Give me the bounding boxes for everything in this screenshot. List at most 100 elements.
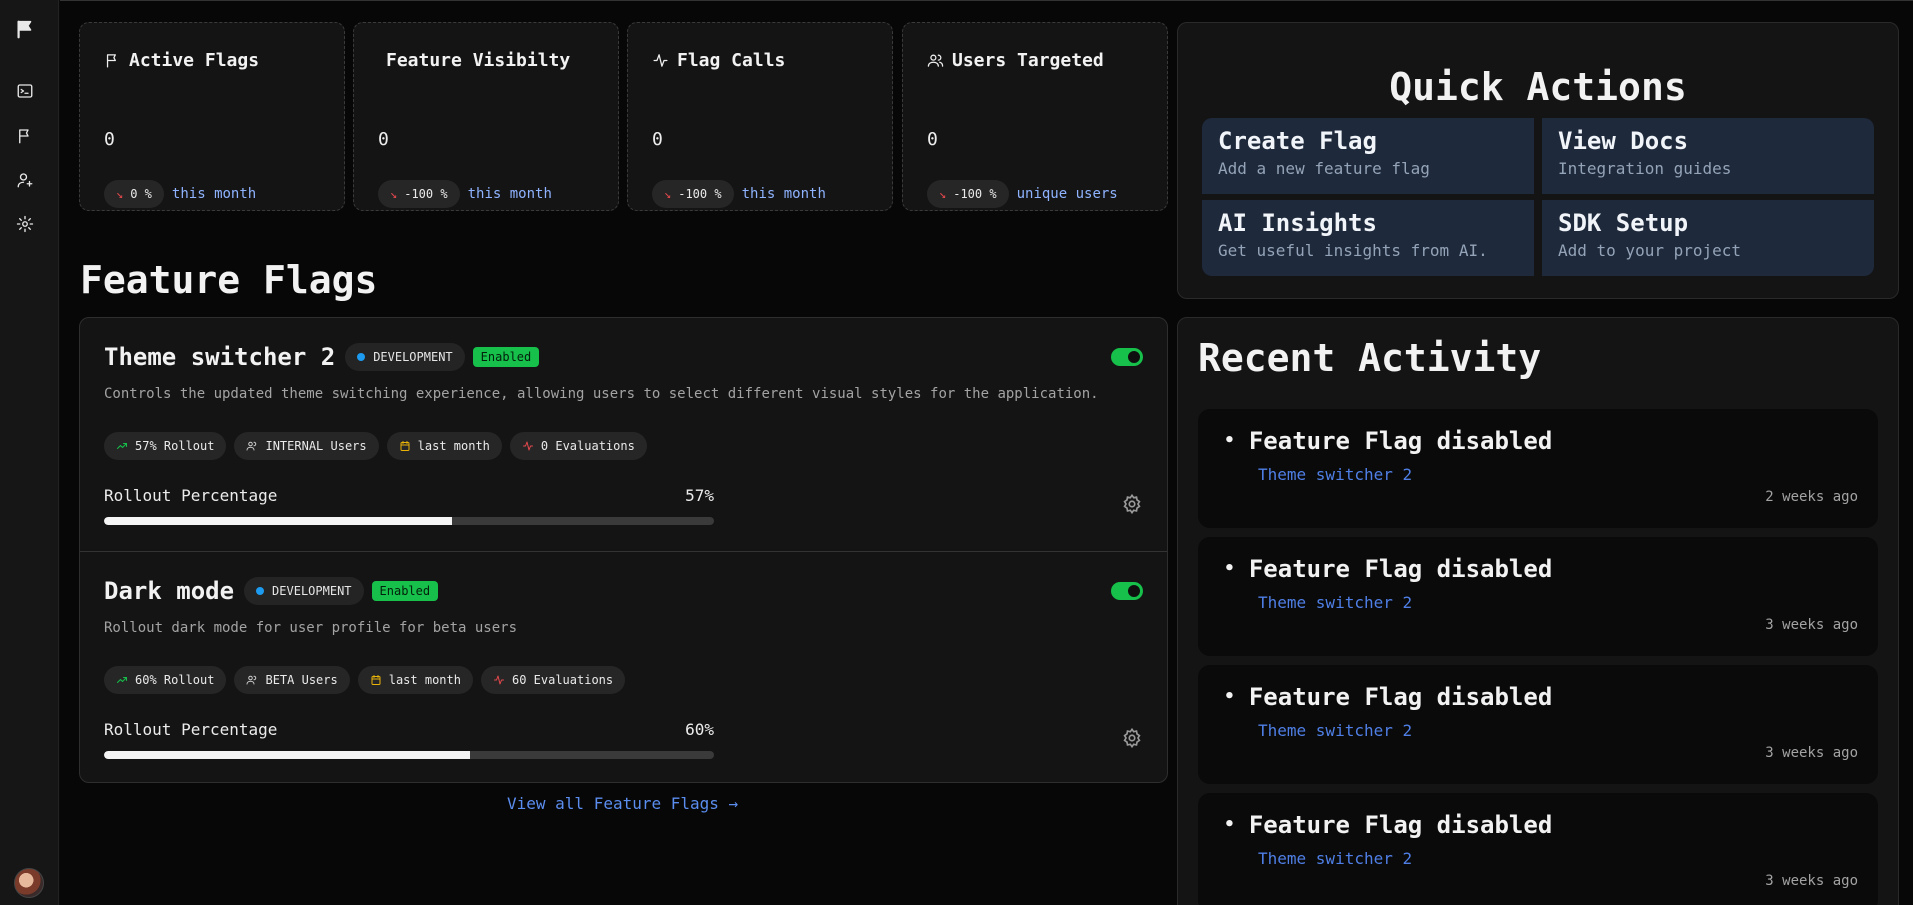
- stat-subtext: this month: [741, 186, 826, 202]
- create-flag-button[interactable]: Create Flag Add a new feature flag: [1202, 118, 1534, 194]
- flag-card: Theme switcher 2 DEVELOPMENT Enabled Con…: [80, 318, 1167, 551]
- recent-activity-panel: Recent Activity Feature Flag disabled Th…: [1177, 317, 1899, 905]
- flag-toggle[interactable]: [1111, 582, 1143, 600]
- flag-toggle[interactable]: [1111, 348, 1143, 366]
- activity-time: 3 weeks ago: [1765, 745, 1858, 761]
- date-pill: last month: [357, 666, 473, 694]
- trend-badge: ↘ -100 %: [927, 180, 1009, 208]
- stat-title: Flag Calls: [677, 50, 786, 71]
- rollout-progress-bar: [104, 517, 714, 525]
- evaluations-pill: 60 Evaluations: [480, 666, 626, 694]
- activity-item: Feature Flag disabled Theme switcher 2 3…: [1198, 793, 1878, 905]
- activity-flag-link[interactable]: Theme switcher 2: [1258, 465, 1412, 484]
- stat-value: 0: [104, 129, 115, 150]
- flag-description: Controls the updated theme switching exp…: [104, 386, 1099, 402]
- stat-subtext: this month: [467, 186, 552, 202]
- flag-settings-gear-icon[interactable]: [1121, 493, 1143, 515]
- stat-value: 0: [378, 129, 389, 150]
- avatar[interactable]: [14, 868, 44, 898]
- logo-flag-icon[interactable]: [12, 16, 38, 42]
- flag-icon: [106, 54, 116, 68]
- stat-card-active-flags: Active Flags 0 ↘ 0 % this month: [79, 22, 345, 211]
- users-pill: INTERNAL Users: [234, 432, 379, 460]
- rollout-value: 60%: [685, 720, 714, 739]
- trend-badge: ↘ -100 %: [652, 180, 734, 208]
- activity-flag-link[interactable]: Theme switcher 2: [1258, 593, 1412, 612]
- calendar-icon: [400, 441, 410, 451]
- users-icon: [246, 441, 257, 451]
- recent-activity-title: Recent Activity: [1198, 336, 1542, 380]
- stat-title: Active Flags: [129, 50, 260, 71]
- trend-up-icon: [117, 677, 127, 683]
- activity-item: Feature Flag disabled Theme switcher 2 3…: [1198, 537, 1878, 656]
- stat-title: Users Targeted: [952, 50, 1104, 71]
- date-pill: last month: [386, 432, 502, 460]
- env-badge: DEVELOPMENT: [345, 343, 465, 371]
- flag-description: Rollout dark mode for user profile for b…: [104, 620, 518, 636]
- stat-subtext: this month: [171, 186, 257, 202]
- activity-icon: [653, 54, 668, 67]
- user-plus-icon[interactable]: [12, 167, 38, 193]
- activity-title: Feature Flag disabled: [1224, 555, 1552, 583]
- status-badge: Enabled: [472, 347, 540, 367]
- gear-icon[interactable]: [12, 211, 38, 237]
- stat-value: 0: [927, 129, 938, 150]
- env-badge: DEVELOPMENT: [244, 577, 364, 605]
- stat-subtext: unique users: [1016, 186, 1118, 202]
- flag-meta: 57% Rollout INTERNAL Users last month 0 …: [104, 432, 647, 460]
- flag-card: Dark mode DEVELOPMENT Enabled Rollout da…: [80, 551, 1167, 782]
- trend-badge: ↘ 0 %: [104, 180, 164, 208]
- flag-name[interactable]: Dark mode: [104, 577, 234, 605]
- activity-title: Feature Flag disabled: [1224, 427, 1552, 455]
- stat-card-feature-visibility: Feature Visibilty 0 ↘ -100 % this month: [353, 22, 619, 211]
- feature-flags-title: Feature Flags: [80, 258, 378, 302]
- quick-actions-panel: Quick Actions Create Flag Add a new feat…: [1177, 22, 1899, 299]
- calendar-icon: [371, 675, 381, 685]
- stat-title: Feature Visibilty: [386, 50, 571, 71]
- rollout-progress-fill: [104, 751, 470, 759]
- env-dot-icon: [357, 353, 366, 361]
- rollout-progress-fill: [104, 517, 452, 525]
- terminal-icon[interactable]: [12, 78, 38, 104]
- trend-down-icon: ↘: [664, 187, 672, 201]
- stat-value: 0: [652, 129, 663, 150]
- activity-flag-link[interactable]: Theme switcher 2: [1258, 849, 1412, 868]
- flag-icon[interactable]: [12, 123, 38, 149]
- activity-flag-link[interactable]: Theme switcher 2: [1258, 721, 1412, 740]
- flag-name[interactable]: Theme switcher 2: [104, 343, 335, 371]
- env-dot-icon: [256, 587, 265, 595]
- rollout-progress-bar: [104, 751, 714, 759]
- activity-time: 3 weeks ago: [1765, 873, 1858, 889]
- rollout-label: Rollout Percentage: [104, 486, 278, 505]
- users-pill: BETA Users: [234, 666, 350, 694]
- trend-down-icon: ↘: [939, 187, 947, 201]
- stat-card-users-targeted: Users Targeted 0 ↘ -100 % unique users: [902, 22, 1168, 211]
- trend-down-icon: ↘: [116, 187, 124, 201]
- ai-insights-button[interactable]: AI Insights Get useful insights from AI.: [1202, 200, 1534, 276]
- activity-icon: [522, 441, 533, 451]
- activity-title: Feature Flag disabled: [1224, 811, 1552, 839]
- sdk-setup-button[interactable]: SDK Setup Add to your project: [1542, 200, 1874, 276]
- trend-up-icon: [117, 443, 127, 449]
- activity-time: 3 weeks ago: [1765, 617, 1858, 633]
- view-docs-button[interactable]: View Docs Integration guides: [1542, 118, 1874, 194]
- activity-item: Feature Flag disabled Theme switcher 2 3…: [1198, 665, 1878, 784]
- stat-card-flag-calls: Flag Calls 0 ↘ -100 % this month: [627, 22, 893, 211]
- activity-title: Feature Flag disabled: [1224, 683, 1552, 711]
- rollout-value: 57%: [685, 486, 714, 505]
- rollout-pill: 57% Rollout: [104, 432, 227, 460]
- users-icon: [246, 675, 257, 685]
- activity-time: 2 weeks ago: [1765, 489, 1858, 505]
- view-all-flags-link[interactable]: View all Feature Flags →: [507, 794, 738, 813]
- evaluations-pill: 0 Evaluations: [509, 432, 647, 460]
- status-badge: Enabled: [371, 581, 439, 601]
- users-icon: [927, 54, 944, 67]
- feature-flags-list: Theme switcher 2 DEVELOPMENT Enabled Con…: [79, 317, 1168, 783]
- flag-settings-gear-icon[interactable]: [1121, 727, 1143, 749]
- trend-down-icon: ↘: [390, 187, 398, 201]
- rollout-label: Rollout Percentage: [104, 720, 278, 739]
- quick-actions-title: Quick Actions: [1389, 65, 1687, 109]
- activity-item: Feature Flag disabled Theme switcher 2 2…: [1198, 409, 1878, 528]
- sidebar: [0, 0, 59, 905]
- flag-meta: 60% Rollout BETA Users last month 60 Eva…: [104, 666, 626, 694]
